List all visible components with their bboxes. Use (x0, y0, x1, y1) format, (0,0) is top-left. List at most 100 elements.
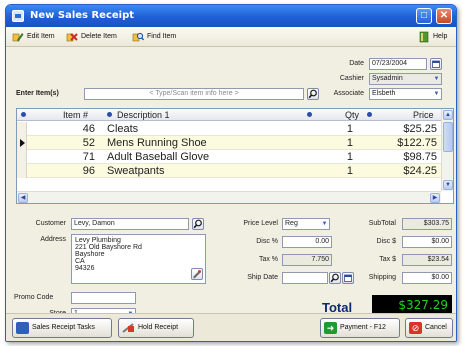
description-column-header[interactable]: Description 1 (107, 109, 170, 121)
payment-label: Payment - F12 (340, 324, 386, 331)
table-row[interactable]: 46 Cleats 1 $25.25 (17, 122, 441, 136)
disc-pct-label: Disc % (256, 238, 278, 245)
grid-vertical-scrollbar[interactable]: ▲ ▼ (441, 109, 453, 191)
search-icon (330, 273, 339, 283)
sales-receipt-window: New Sales Receipt □ ✕ Edit Item Delete I… (5, 4, 457, 342)
address-edit-button[interactable] (191, 268, 203, 280)
cancel-button[interactable]: ⊘ Cancel (405, 318, 453, 338)
customer-search-button[interactable] (192, 218, 204, 230)
disc-pct-field[interactable]: 0.00 (282, 236, 332, 248)
title-bar[interactable]: New Sales Receipt □ ✕ (6, 5, 456, 27)
subtotal-label: SubTotal (368, 220, 396, 227)
scroll-thumb[interactable] (443, 122, 453, 152)
cashier-field[interactable]: Sysadmin ▼ (369, 73, 442, 85)
grid-header: Item # Description 1 Qty Price (17, 109, 453, 121)
address-box[interactable]: Levy Plumbing 221 Old Bayshore Rd Baysho… (71, 234, 206, 284)
maximize-button[interactable]: □ (416, 8, 432, 24)
table-row[interactable]: 52 Mens Running Shoe 1 $122.75 (17, 136, 441, 150)
edit-item-label: Edit Item (27, 33, 55, 40)
price-cell: $25.25 (403, 123, 437, 135)
price-cell: $98.75 (403, 151, 437, 163)
item-no-cell: 52 (82, 137, 95, 149)
find-item-button[interactable]: Find Item (132, 31, 184, 43)
disc-amt-field[interactable]: $0.00 (402, 236, 452, 248)
delete-item-label: Delete Item (81, 33, 117, 40)
row-selector[interactable] (17, 150, 27, 164)
row-selector[interactable] (17, 164, 27, 178)
qty-column-indicator (307, 109, 317, 121)
description-cell: Adult Baseball Glove (107, 151, 210, 163)
payment-button[interactable]: ➜ Payment - F12 (320, 318, 400, 338)
shipping-field[interactable]: $0.00 (402, 272, 452, 284)
hold-receipt-icon (122, 323, 134, 333)
address-line: Levy Plumbing (75, 237, 121, 244)
table-row[interactable]: 96 Sweatpants 1 $24.25 (17, 164, 441, 178)
cancel-icon: ⊘ (409, 322, 422, 334)
arrow-right-icon: ➜ (324, 322, 337, 334)
qty-cell: 1 (346, 165, 353, 177)
items-grid[interactable]: Item # Description 1 Qty Price 46 Cleats… (16, 108, 454, 204)
address-line: 221 Old Bayshore Rd (75, 244, 142, 251)
delete-item-button[interactable]: Delete Item (66, 31, 126, 43)
item-no-cell: 46 (82, 123, 95, 135)
date-field[interactable]: 07/23/2004 (369, 58, 427, 70)
item-search-button[interactable] (307, 88, 319, 100)
search-icon (193, 219, 202, 229)
associate-field[interactable]: Elsbeth ▼ (369, 88, 442, 100)
qty-column-header[interactable]: Qty (345, 109, 359, 121)
sales-receipt-tasks-button[interactable]: Sales Receipt Tasks (12, 318, 112, 338)
address-label: Address (40, 236, 66, 243)
edit-item-button[interactable]: Edit Item (12, 31, 60, 43)
ship-date-label: Ship Date (247, 274, 278, 281)
ship-search-button[interactable] (329, 272, 341, 284)
tasks-icon (16, 322, 29, 334)
promo-code-label: Promo Code (14, 294, 54, 301)
address-line: CA (75, 258, 85, 265)
help-button[interactable]: Help (418, 31, 452, 43)
calendar-button[interactable] (430, 58, 442, 70)
column-indicator-icon (20, 112, 26, 117)
item-no-column-header[interactable]: Item # (63, 109, 88, 121)
chevron-down-icon: ▼ (433, 76, 440, 82)
column-indicator-icon (307, 112, 312, 117)
row-selector-header (17, 109, 29, 121)
cancel-label: Cancel (425, 324, 447, 331)
customer-label: Customer (35, 220, 66, 227)
cashier-value: Sysadmin (372, 75, 403, 82)
chevron-down-icon: ▼ (433, 91, 440, 97)
tasks-label: Sales Receipt Tasks (32, 324, 95, 331)
scroll-up-icon[interactable]: ▲ (443, 110, 453, 120)
table-row[interactable]: 71 Adult Baseball Glove 1 $98.75 (17, 150, 441, 164)
scroll-right-icon[interactable]: ▶ (430, 193, 440, 203)
cashier-label: Cashier (339, 75, 364, 82)
grid-horizontal-scrollbar[interactable]: ◀ ▶ (17, 191, 441, 203)
ship-date-field[interactable] (282, 272, 328, 284)
description-cell: Cleats (107, 123, 139, 135)
description-cell: Mens Running Shoe (107, 137, 207, 149)
find-item-label: Find Item (147, 33, 177, 40)
shipping-label: Shipping (368, 274, 396, 281)
tax-amt-field: $23.54 (402, 254, 452, 266)
item-entry-field[interactable]: < Type/Scan item info here > (84, 88, 304, 100)
customer-field[interactable]: Levy, Damon (71, 218, 189, 230)
item-no-cell: 71 (82, 151, 95, 163)
close-button[interactable]: ✕ (436, 8, 452, 24)
associate-value: Elsbeth (372, 90, 396, 97)
tax-pct-label: Tax % (258, 256, 278, 263)
qty-cell: 1 (346, 123, 353, 135)
hold-receipt-button[interactable]: Hold Receipt (118, 318, 194, 338)
footer-bar: Sales Receipt Tasks Hold Receipt ➜ Payme… (6, 313, 456, 341)
price-level-field[interactable]: Reg ▼ (282, 218, 330, 230)
tax-pct-field[interactable]: 7.750 (282, 254, 332, 266)
address-line: 94326 (75, 265, 95, 272)
scroll-down-icon[interactable]: ▼ (443, 180, 453, 190)
associate-label: Associate (333, 90, 364, 97)
price-column-header[interactable]: Price (413, 109, 434, 121)
promo-code-field[interactable] (71, 292, 136, 304)
hold-label: Hold Receipt (138, 324, 179, 331)
row-selector[interactable] (17, 122, 27, 136)
toolbar: Edit Item Delete Item Find Item Help (6, 27, 456, 47)
scroll-left-icon[interactable]: ◀ (18, 193, 28, 203)
edit-item-icon (12, 33, 24, 42)
row-selector[interactable] (17, 136, 27, 150)
